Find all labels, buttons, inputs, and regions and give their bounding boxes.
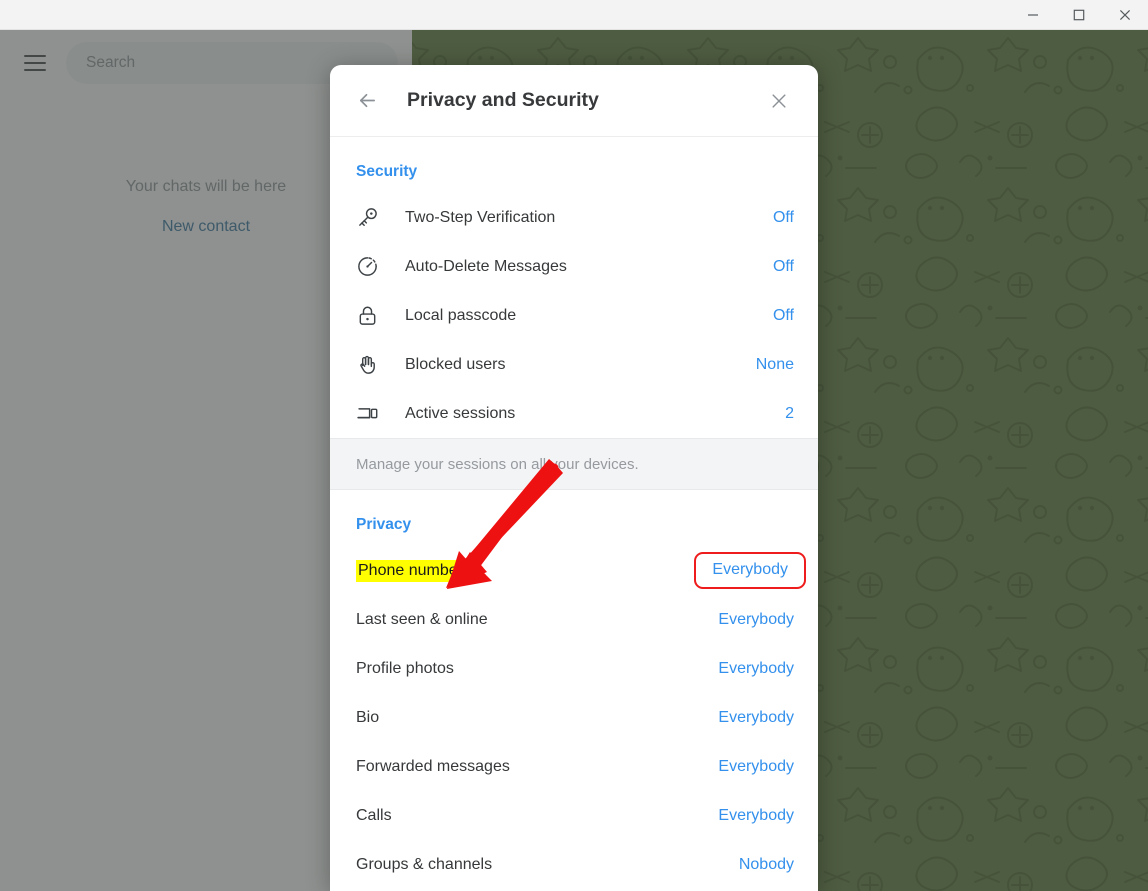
row-blocked-users[interactable]: Blocked users None: [330, 340, 818, 389]
row-value: Everybody: [718, 757, 794, 775]
dialog-title: Privacy and Security: [407, 89, 599, 111]
row-value: Everybody: [712, 561, 788, 578]
row-label: Two-Step Verification: [405, 208, 556, 226]
row-label: Bio: [356, 708, 380, 726]
row-value: Everybody: [718, 659, 794, 677]
row-value: Everybody: [718, 806, 794, 824]
close-icon: [772, 93, 786, 108]
row-label: Blocked users: [405, 355, 506, 373]
privacy-and-security-dialog: Privacy and Security Security Two-Step V…: [330, 65, 818, 891]
row-value: Everybody: [718, 610, 794, 628]
back-button[interactable]: [350, 84, 384, 118]
row-value: Off: [772, 208, 794, 226]
row-label: Active sessions: [405, 404, 516, 422]
arrow-left-icon: [359, 93, 375, 108]
app-window: messaging Search Your chats will be here…: [0, 0, 1148, 891]
sessions-hint: Manage your sessions on all your devices…: [330, 438, 818, 490]
row-label: Calls: [356, 806, 392, 824]
row-label: Forwarded messages: [356, 757, 510, 775]
row-value: None: [755, 355, 794, 373]
row-forwarded-messages[interactable]: Forwarded messages Everybody: [330, 742, 818, 791]
row-label: Groups & channels: [356, 855, 493, 873]
minimize-button[interactable]: [1010, 0, 1056, 29]
minimize-icon: [1028, 13, 1038, 16]
maximize-icon: [1073, 9, 1085, 20]
outlined-value[interactable]: Everybody: [694, 552, 806, 589]
row-label: Profile photos: [356, 659, 454, 677]
maximize-button[interactable]: [1056, 0, 1102, 29]
row-value: Nobody: [738, 855, 794, 873]
row-auto-delete-messages[interactable]: Auto-Delete Messages Off: [330, 242, 818, 291]
hand-stop-icon: [356, 353, 386, 376]
security-section-heading: Security: [356, 163, 418, 180]
row-label: Last seen & online: [356, 610, 488, 628]
sessions-hint-text: Manage your sessions on all your devices…: [356, 455, 639, 473]
privacy-section-heading: Privacy: [356, 516, 412, 533]
timer-icon: [356, 255, 386, 278]
close-button[interactable]: [762, 84, 796, 118]
key-icon: [356, 206, 386, 229]
close-window-button[interactable]: [1102, 0, 1148, 29]
row-groups-and-channels[interactable]: Groups & channels Nobody: [330, 840, 818, 889]
row-profile-photos[interactable]: Profile photos Everybody: [330, 644, 818, 693]
highlighted-label: Phone number: [356, 559, 465, 582]
row-phone-number[interactable]: Phone number Everybody: [330, 546, 818, 595]
row-label: Auto-Delete Messages: [405, 257, 567, 275]
row-value: 2: [785, 404, 794, 422]
dialog-body: Security Two-Step Verification Off Auto-…: [330, 137, 818, 891]
row-value: Off: [772, 306, 794, 324]
row-value: Off: [772, 257, 794, 275]
lock-icon: [356, 304, 386, 327]
row-label: Phone number: [356, 559, 682, 582]
close-icon: [1119, 9, 1131, 20]
row-last-seen-online[interactable]: Last seen & online Everybody: [330, 595, 818, 644]
row-value: Everybody: [718, 708, 794, 726]
row-local-passcode[interactable]: Local passcode Off: [330, 291, 818, 340]
dialog-header: Privacy and Security: [330, 65, 818, 137]
row-label: Local passcode: [405, 306, 517, 324]
row-active-sessions[interactable]: Active sessions 2: [330, 389, 818, 438]
window-titlebar: [0, 0, 1148, 30]
row-calls[interactable]: Calls Everybody: [330, 791, 818, 840]
row-bio[interactable]: Bio Everybody: [330, 693, 818, 742]
devices-icon: [356, 402, 386, 425]
row-two-step-verification[interactable]: Two-Step Verification Off: [330, 193, 818, 242]
